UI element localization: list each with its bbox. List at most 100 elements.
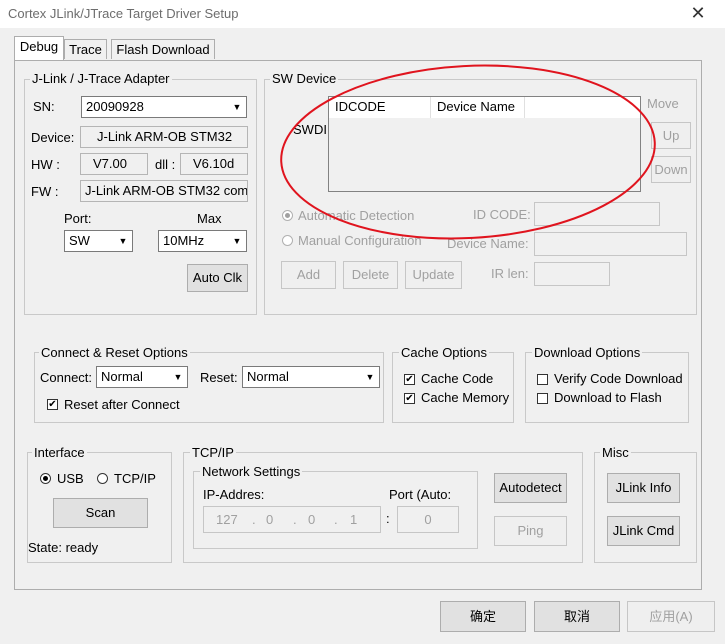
cache-memory-checkbox[interactable]: ✔ xyxy=(404,393,415,404)
ip-dot-3: . xyxy=(334,512,338,527)
idcode-input[interactable] xyxy=(534,202,660,226)
manual-config-radio[interactable] xyxy=(282,235,293,246)
cache-memory-label: Cache Memory xyxy=(421,390,510,405)
window-title: Cortex JLink/JTrace Target Driver Setup xyxy=(8,6,239,21)
tab-trace[interactable]: Trace xyxy=(64,39,107,59)
sw-device-group-label: SW Device xyxy=(270,71,339,86)
port-select[interactable]: SW ▼ xyxy=(64,230,133,252)
chevron-down-icon[interactable]: ▼ xyxy=(363,370,377,384)
fw-label: FW : xyxy=(31,184,59,199)
irlen-input[interactable] xyxy=(534,262,610,286)
verify-code-checkbox[interactable] xyxy=(537,374,548,385)
jlink-cmd-button[interactable]: JLink Cmd xyxy=(607,516,680,546)
usb-radio[interactable] xyxy=(40,473,51,484)
ip-address-input[interactable]: 127 . 0 . 0 . 1 xyxy=(203,506,381,533)
ip-address-label: IP-Addres: xyxy=(203,487,265,502)
max-label: Max xyxy=(197,211,222,226)
up-button[interactable]: Up xyxy=(651,122,691,149)
title-bar: Cortex JLink/JTrace Target Driver Setup … xyxy=(0,0,725,28)
download-to-flash-checkbox[interactable] xyxy=(537,393,548,404)
chevron-down-icon[interactable]: ▼ xyxy=(230,234,244,248)
ip-port-separator: : xyxy=(386,511,390,526)
ping-button[interactable]: Ping xyxy=(494,516,567,546)
ip-part-4: 1 xyxy=(350,512,358,527)
chevron-down-icon[interactable]: ▼ xyxy=(230,100,244,114)
ip-part-3: 0 xyxy=(308,512,316,527)
state-text: State: ready xyxy=(28,540,99,555)
cancel-button[interactable]: 取消 xyxy=(534,601,620,632)
tcpip-radio-label: TCP/IP xyxy=(114,471,156,486)
auto-detection-label: Automatic Detection xyxy=(298,208,415,223)
cache-options-group xyxy=(392,352,514,423)
dll-label: dll : xyxy=(155,157,176,172)
tab-debug[interactable]: Debug xyxy=(14,36,64,60)
max-select[interactable]: 10MHz ▼ xyxy=(158,230,247,252)
irlen-label: IR len: xyxy=(491,266,529,281)
chevron-down-icon[interactable]: ▼ xyxy=(116,234,130,248)
auto-detection-radio[interactable] xyxy=(282,210,293,221)
col-spacer xyxy=(525,97,640,118)
connect-select[interactable]: Normal ▼ xyxy=(96,366,188,388)
device-field: J-Link ARM-OB STM32 xyxy=(80,126,248,148)
download-options-group xyxy=(525,352,689,423)
device-list[interactable]: IDCODE Device Name xyxy=(328,96,641,192)
sn-select[interactable]: 20090928 ▼ xyxy=(81,96,247,118)
sn-label: SN: xyxy=(33,99,55,114)
usb-label: USB xyxy=(57,471,84,486)
chevron-down-icon[interactable]: ▼ xyxy=(171,370,185,384)
fw-field: J-Link ARM-OB STM32 comp xyxy=(80,180,248,202)
reset-after-connect-label: Reset after Connect xyxy=(64,397,180,412)
delete-button[interactable]: Delete xyxy=(343,261,398,289)
network-settings-label: Network Settings xyxy=(200,464,303,479)
ip-part-1: 127 xyxy=(216,512,238,527)
jlink-info-button[interactable]: JLink Info xyxy=(607,473,680,503)
auto-clk-button[interactable]: Auto Clk xyxy=(187,264,248,292)
tab-flash-download[interactable]: Flash Download xyxy=(111,39,215,59)
connect-label: Connect: xyxy=(40,370,93,385)
hw-field: V7.00 xyxy=(80,153,148,175)
adapter-group-label: J-Link / J-Trace Adapter xyxy=(30,71,172,86)
move-label: Move xyxy=(647,96,679,111)
tcpip-group-label: TCP/IP xyxy=(190,445,236,460)
apply-button[interactable]: 应用(A) xyxy=(627,601,715,632)
ip-part-2: 0 xyxy=(266,512,274,527)
device-label: Device: xyxy=(31,130,75,145)
col-device-name[interactable]: Device Name xyxy=(431,97,525,118)
port-auto-label: Port (Auto: xyxy=(389,487,452,502)
autodetect-button[interactable]: Autodetect xyxy=(494,473,567,503)
reset-after-connect-checkbox[interactable]: ✔ xyxy=(47,399,58,410)
dll-field: V6.10d xyxy=(180,153,248,175)
swdi-label: SWDI xyxy=(293,122,327,137)
cache-code-checkbox[interactable]: ✔ xyxy=(404,374,415,385)
port-input[interactable]: 0 xyxy=(397,506,459,533)
reset-select[interactable]: Normal ▼ xyxy=(242,366,380,388)
ip-dot-2: . xyxy=(293,512,297,527)
manual-config-label: Manual Configuration xyxy=(298,233,422,248)
cache-code-label: Cache Code xyxy=(421,371,494,386)
update-button[interactable]: Update xyxy=(405,261,462,289)
device-name-input[interactable] xyxy=(534,232,687,256)
max-value: 10MHz xyxy=(163,233,205,248)
close-icon[interactable]: ✕ xyxy=(678,2,718,24)
download-to-flash-label: Download to Flash xyxy=(554,390,662,405)
add-button[interactable]: Add xyxy=(281,261,336,289)
sn-value: 20090928 xyxy=(86,99,144,114)
device-name-label: Device Name: xyxy=(447,236,529,251)
misc-group xyxy=(594,452,697,563)
connect-value: Normal xyxy=(101,369,143,384)
scan-button[interactable]: Scan xyxy=(53,498,148,528)
tcpip-radio[interactable] xyxy=(97,473,108,484)
port-label: Port: xyxy=(64,211,92,226)
connect-reset-label: Connect & Reset Options xyxy=(39,345,190,360)
reset-label: Reset: xyxy=(200,370,238,385)
port-value: SW xyxy=(69,233,90,248)
verify-code-label: Verify Code Download xyxy=(554,371,683,386)
hw-label: HW : xyxy=(31,157,60,172)
down-button[interactable]: Down xyxy=(651,156,691,183)
cache-options-label: Cache Options xyxy=(399,345,489,360)
ok-button[interactable]: 确定 xyxy=(440,601,526,632)
ip-dot-1: . xyxy=(252,512,256,527)
misc-label: Misc xyxy=(600,445,631,460)
col-idcode[interactable]: IDCODE xyxy=(329,97,431,118)
interface-label: Interface xyxy=(32,445,87,460)
